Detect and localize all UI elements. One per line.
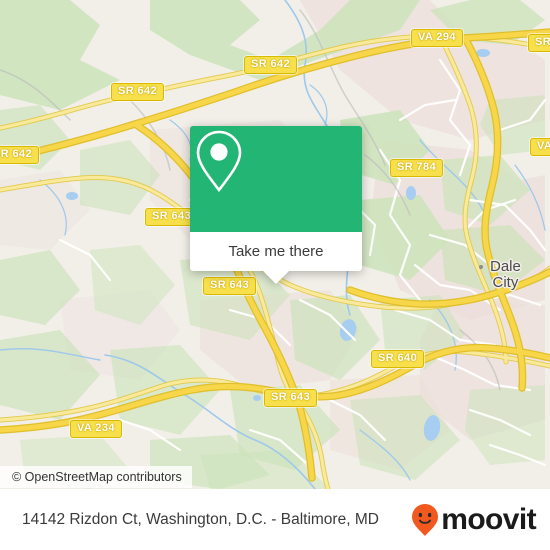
moovit-logo[interactable]: moovit (410, 502, 537, 537)
map-pin-icon (196, 130, 242, 193)
place-label-dale-city[interactable]: Dale City (490, 259, 521, 291)
road-shield[interactable]: SR 784 (390, 159, 444, 177)
map-canvas[interactable]: SR 642 SR 642 VA 294 SR 642 SR 784 SR VA… (0, 0, 550, 489)
place-label-line2: City (492, 274, 519, 291)
take-me-there-label: Take me there (228, 243, 324, 260)
road-shield[interactable]: VA 234 (70, 420, 122, 438)
road-shield[interactable]: VA 294 (411, 29, 463, 47)
place-label-line1: Dale (490, 258, 521, 275)
road-shield[interactable]: SR 642 (244, 56, 298, 74)
road-shield[interactable]: SR (528, 34, 550, 52)
footer-bar: 14142 Rizdon Ct, Washington, D.C. - Balt… (0, 489, 550, 550)
road-shield[interactable]: SR 643 (203, 277, 257, 295)
attribution-text: © OpenStreetMap contributors (12, 470, 182, 484)
popup-icon-panel (190, 126, 362, 232)
road-shield[interactable]: SR 640 (371, 350, 425, 368)
popup-tail (262, 270, 290, 284)
location-popup[interactable]: Take me there (190, 126, 362, 284)
road-shield[interactable]: SR 643 (264, 389, 318, 407)
place-dot-dale-city (479, 265, 483, 269)
moovit-pin-smiley-icon (412, 503, 439, 536)
location-title: 14142 Rizdon Ct, Washington, D.C. - Balt… (22, 510, 379, 528)
road-shield[interactable]: VA (530, 138, 550, 156)
moovit-wordmark: moovit (441, 502, 536, 536)
road-shield[interactable]: SR 642 (111, 83, 165, 101)
road-shield[interactable]: SR 642 (0, 146, 40, 164)
map-attribution[interactable]: © OpenStreetMap contributors (0, 466, 192, 488)
map-screen: SR 642 SR 642 VA 294 SR 642 SR 784 SR VA… (0, 0, 550, 550)
take-me-there-button[interactable]: Take me there (190, 232, 362, 271)
